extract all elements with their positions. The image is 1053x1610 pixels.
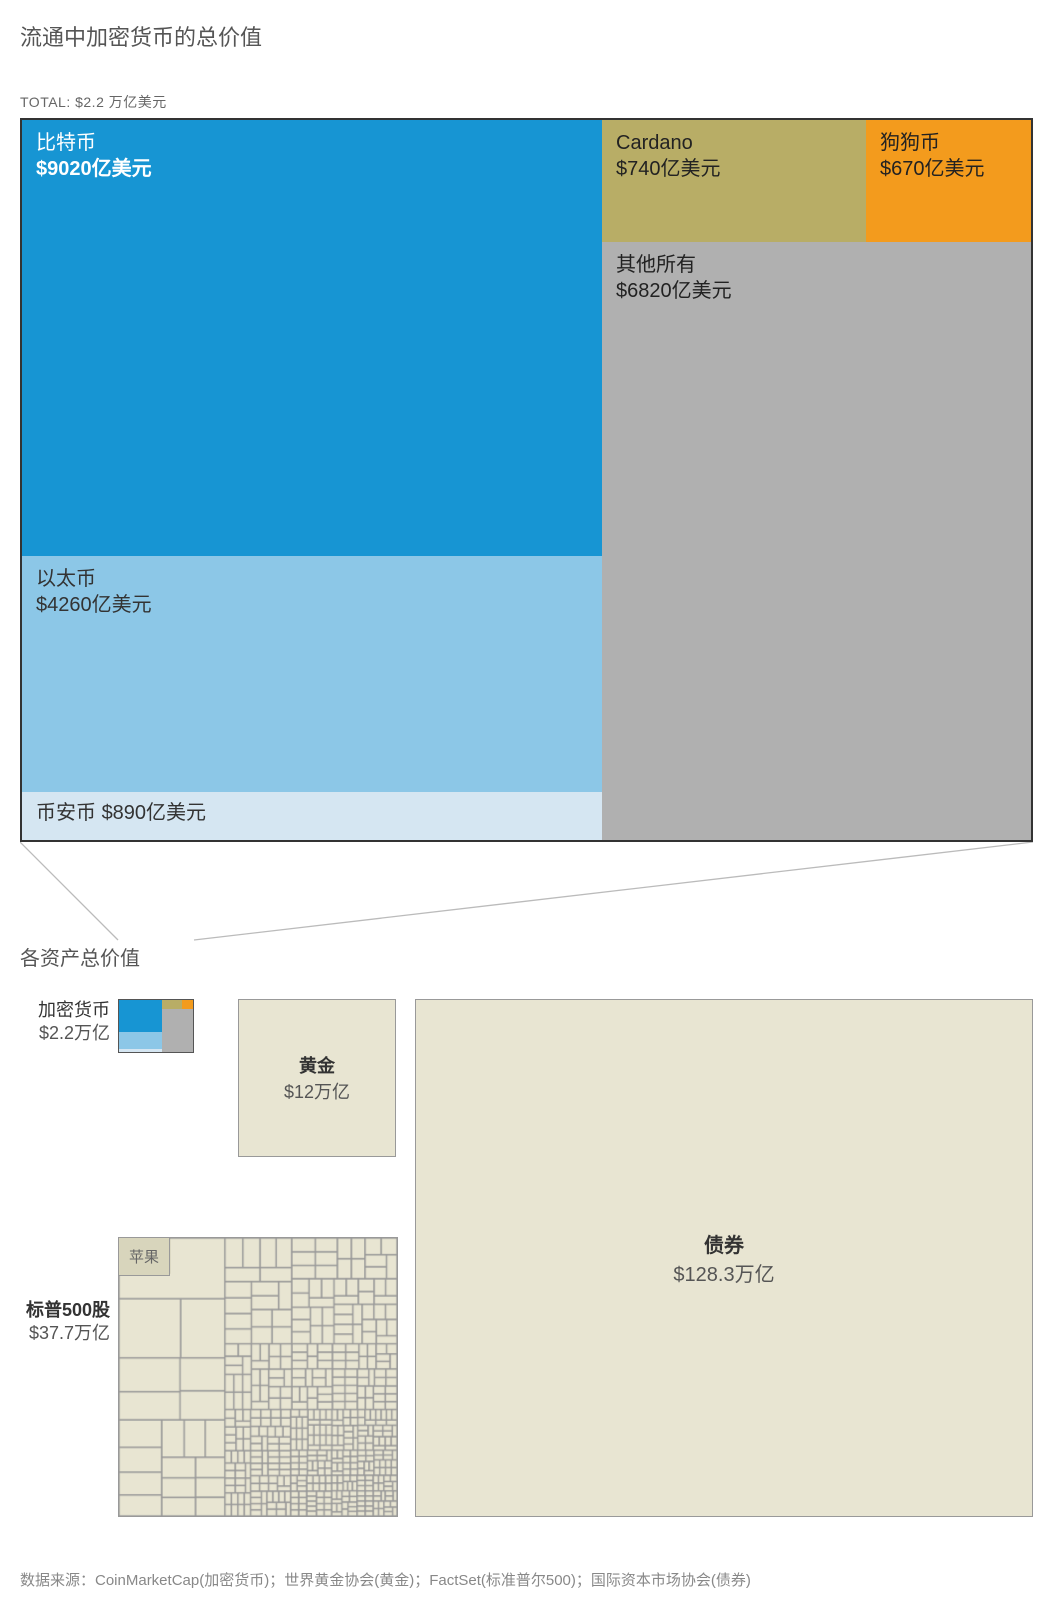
cell-name: 狗狗币 <box>880 130 1017 156</box>
cell-bitcoin: 比特币 $9020亿美元 <box>22 120 602 556</box>
cell-value: $6820亿美元 <box>616 278 1017 304</box>
cell-value: $4260亿美元 <box>36 592 588 618</box>
box-bonds: 债券 $128.3万亿 <box>415 999 1033 1517</box>
cell-cardano: Cardano $740亿美元 <box>602 120 866 242</box>
label-crypto: 加密货币 $2.2万亿 <box>20 999 110 1044</box>
cell-binance: 币安币 $890亿美元 <box>22 792 602 840</box>
asset-name: 债券 <box>704 1229 744 1258</box>
box-sp500: 苹果 <box>118 1237 398 1517</box>
asset-value: $37.7万亿 <box>20 1322 110 1345</box>
asset-name: 加密货币 <box>20 999 110 1022</box>
cell-value: $890亿美元 <box>102 802 207 824</box>
asset-value: $12万亿 <box>284 1078 350 1104</box>
cell-name: 比特币 <box>36 130 588 156</box>
cell-name: 以太币 <box>36 566 588 592</box>
asset-name: 标普500股 <box>20 1299 110 1322</box>
cell-name: 其他所有 <box>616 252 1017 278</box>
cell-other: 其他所有 $6820亿美元 <box>602 242 1031 840</box>
cell-value: $9020亿美元 <box>36 156 588 182</box>
assets-title: 各资产总价值 <box>20 942 1033 971</box>
crypto-treemap: 比特币 $9020亿美元 以太币 $4260亿美元 币安币 $890亿美元 Ca… <box>20 118 1033 842</box>
cell-value: $670亿美元 <box>880 156 1017 182</box>
asset-value: $2.2万亿 <box>20 1022 110 1045</box>
box-gold: 黄金 $12万亿 <box>238 999 396 1157</box>
connector-lines <box>20 842 1033 942</box>
mini-crypto-treemap <box>118 999 194 1053</box>
assets-comparison: 加密货币 $2.2万亿 黄金 $12万亿 债券 $128.3万亿 标普500股 … <box>20 999 1033 1539</box>
cell-doge: 狗狗币 $670亿美元 <box>866 120 1031 242</box>
cell-name: Cardano <box>616 130 852 156</box>
data-source: 数据来源：CoinMarketCap(加密货币)；世界黄金协会(黄金)；Fact… <box>20 1569 1033 1590</box>
apple-label: 苹果 <box>119 1238 170 1276</box>
asset-value: $128.3万亿 <box>673 1258 774 1287</box>
cell-value: $740亿美元 <box>616 156 852 182</box>
chart-title: 流通中加密货币的总价值 <box>20 20 1033 52</box>
total-label: TOTAL: $2.2 万亿美元 <box>20 92 1033 112</box>
cell-ether: 以太币 $4260亿美元 <box>22 556 602 792</box>
label-sp500: 标普500股 $37.7万亿 <box>20 1299 110 1344</box>
cell-name: 币安币 <box>36 802 96 824</box>
asset-name: 黄金 <box>299 1052 335 1078</box>
